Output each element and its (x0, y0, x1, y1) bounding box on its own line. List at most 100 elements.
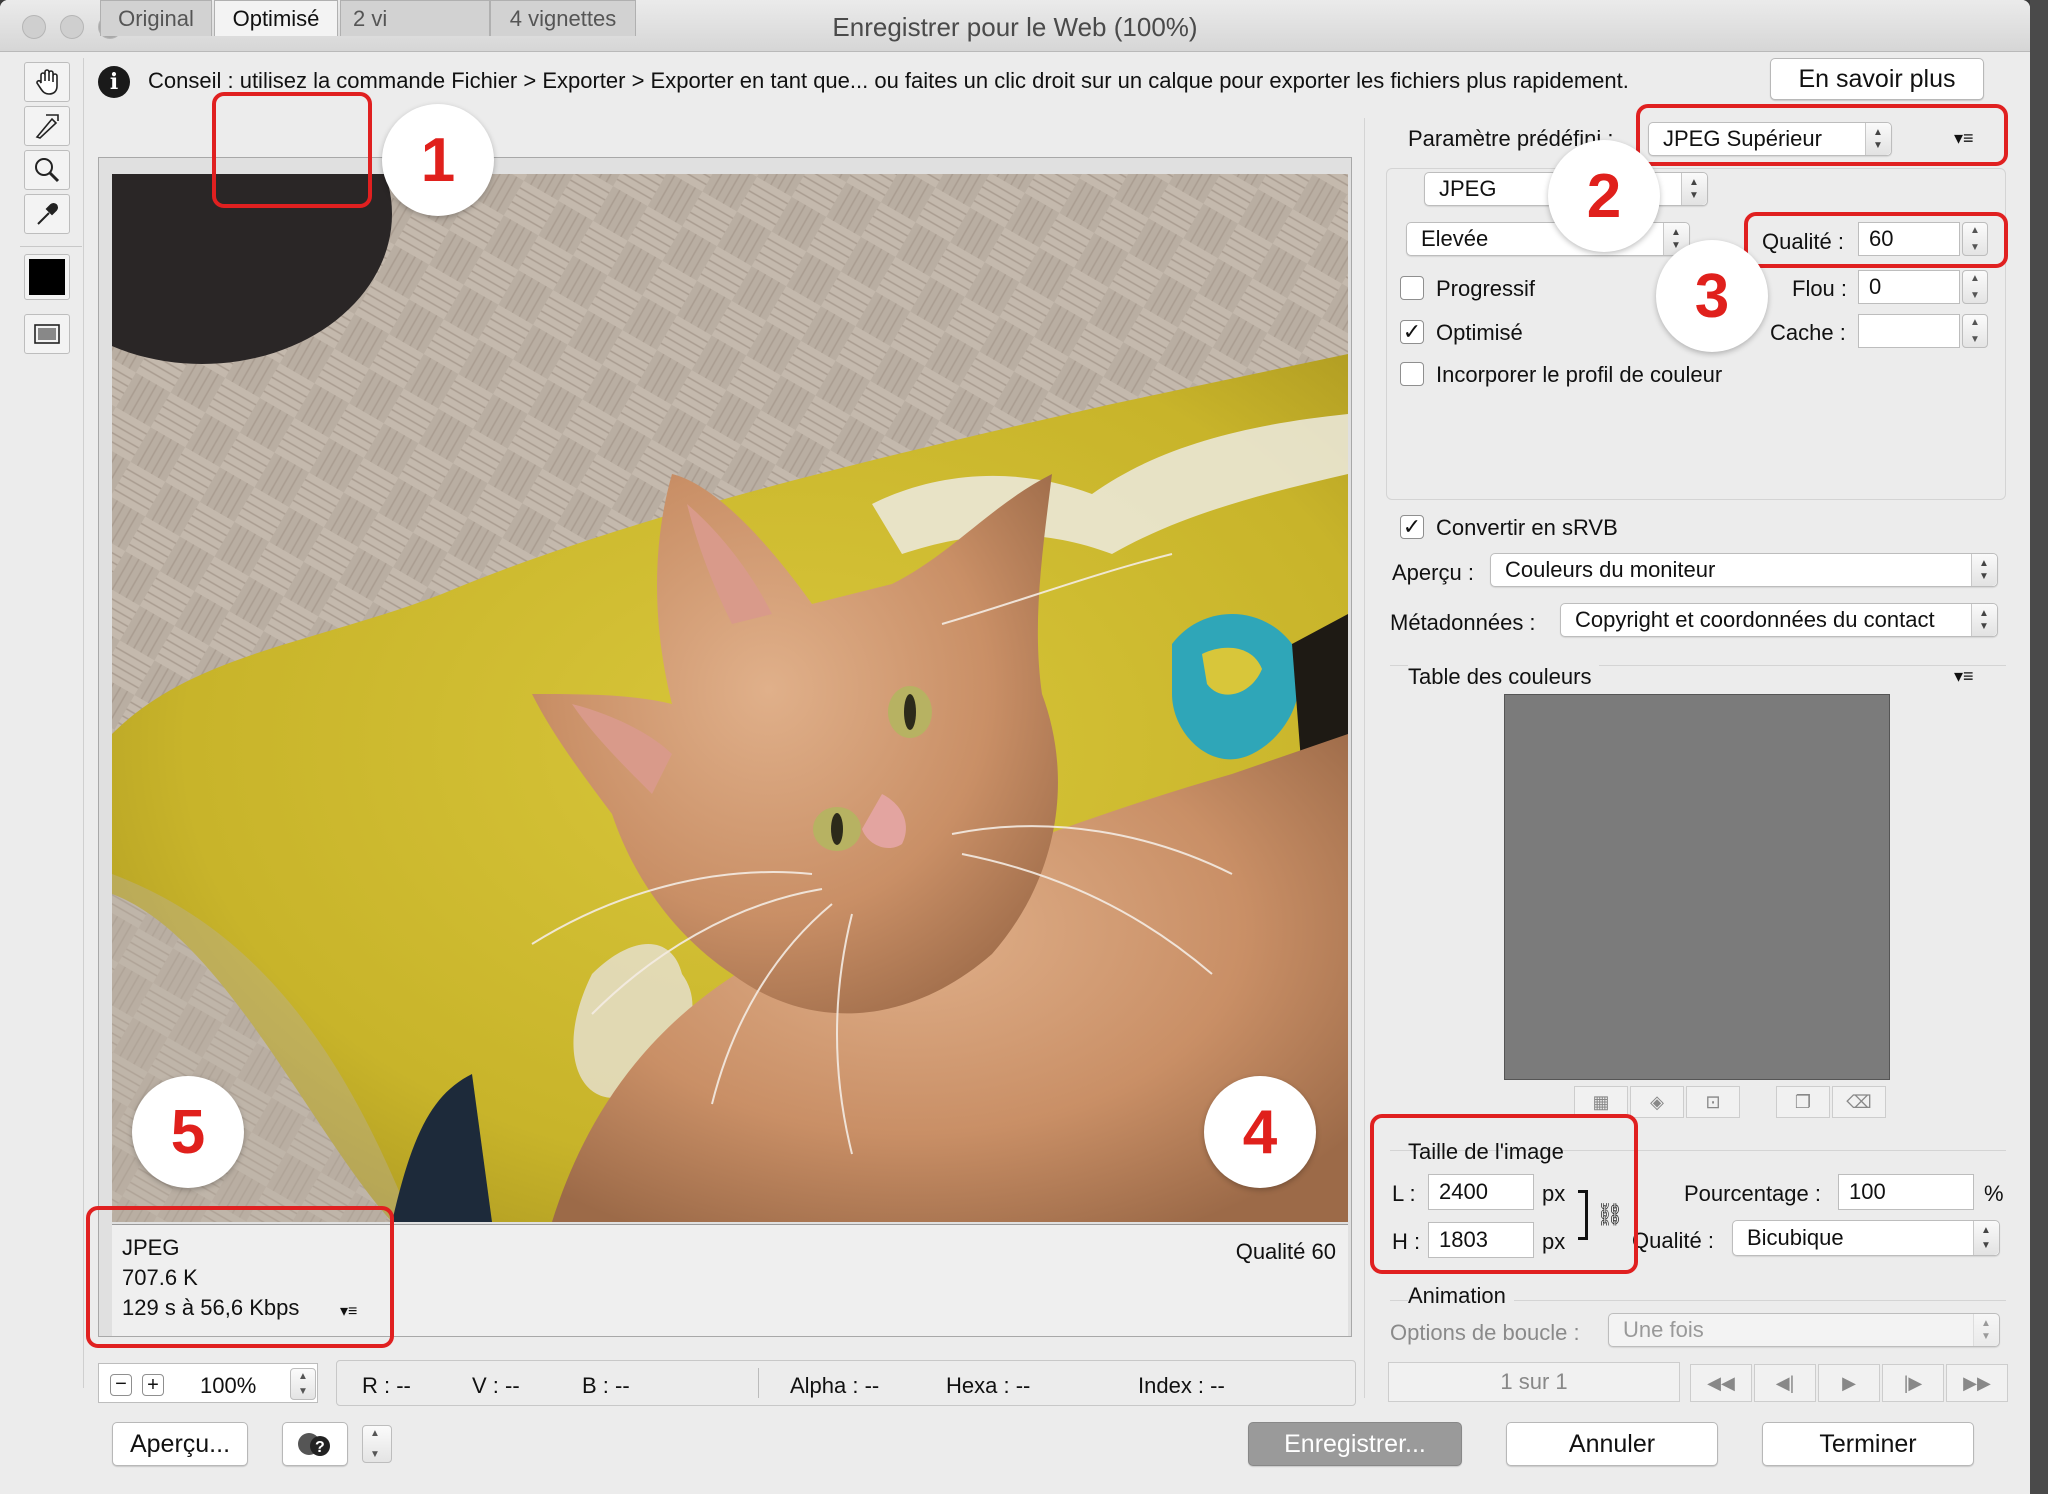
blur-field[interactable]: 0 (1858, 270, 1960, 304)
settings-panel-divider (1364, 118, 1365, 1398)
tool-divider (20, 246, 82, 247)
embed-profile-checkbox[interactable] (1400, 362, 1424, 386)
first-frame-button[interactable]: ◀◀ (1690, 1364, 1752, 1402)
annotation-box-quality (1744, 212, 2008, 268)
pixel-info-divider (758, 1368, 759, 1398)
metadata-value: Copyright et coordonnées du contact (1575, 607, 1935, 632)
hand-icon (36, 69, 58, 95)
pixel-r: R : -- (362, 1373, 411, 1398)
pixel-index: Index : -- (1138, 1373, 1225, 1398)
browser-select-stepper[interactable] (362, 1425, 392, 1463)
learn-more-button[interactable]: En savoir plus (1770, 58, 1984, 100)
tab-2-up-label: 2 vi (353, 5, 388, 31)
eyedropper-tool[interactable] (24, 194, 70, 234)
preview-button-label: Aperçu... (129, 1429, 231, 1458)
optimized-label: Optimisé (1436, 320, 1523, 345)
annotation-box-file-info (86, 1206, 394, 1348)
zoom-stepper[interactable] (290, 1368, 316, 1400)
save-button[interactable]: Enregistrer... (1248, 1422, 1462, 1466)
progressive-label: Progressif (1436, 276, 1536, 301)
color-swatch-black (29, 259, 65, 295)
svg-text:?: ? (315, 1439, 325, 1456)
annotation-badge-4: 4 (1204, 1076, 1316, 1188)
zoom-out-button[interactable]: − (110, 1374, 132, 1396)
percent-value: 100 (1849, 1179, 1886, 1204)
slice-select-tool[interactable] (24, 106, 70, 146)
previous-frame-button[interactable]: ◀| (1754, 1364, 1816, 1402)
annotation-badge-2: 2 (1548, 140, 1660, 252)
resample-quality-label: Qualité : (1632, 1228, 1714, 1253)
annotation-badge-1: 1 (382, 104, 494, 216)
last-frame-button[interactable]: ▶▶ (1946, 1364, 2008, 1402)
loop-options-select[interactable]: Une fois (1608, 1313, 2000, 1347)
matte-stepper[interactable] (1962, 314, 1988, 348)
background-app-edge (2030, 0, 2048, 1494)
cancel-button-label: Annuler (1568, 1429, 1656, 1458)
web-shift-button[interactable]: ◈ (1630, 1086, 1684, 1118)
annotation-badge-3: 3 (1656, 240, 1768, 352)
animation-title: Animation (1408, 1283, 1514, 1309)
tip-text: Conseil : utilisez la commande Fichier >… (148, 68, 1629, 93)
frame-counter-label: 1 sur 1 (1500, 1369, 1568, 1394)
convert-srgb-checkbox[interactable]: ✓ (1400, 515, 1424, 539)
play-button[interactable]: ▶ (1818, 1364, 1880, 1402)
metadata-label: Métadonnées : (1390, 610, 1536, 635)
tab-original-label: Original (118, 5, 194, 31)
optimized-checkbox[interactable]: ✓ (1400, 320, 1424, 344)
tab-4-up-label: 4 vignettes (509, 5, 617, 31)
color-table-menu-icon[interactable]: ▾≡ (1954, 666, 1974, 687)
percent-field[interactable]: 100 (1838, 1174, 1974, 1210)
tab-optimized[interactable]: Optimisé (214, 0, 338, 36)
eyedropper-color-swatch[interactable] (24, 254, 70, 300)
resample-quality-select[interactable]: Bicubique (1732, 1220, 2000, 1256)
annotation-box-image-size (1370, 1114, 1638, 1274)
blur-label: Flou : (1792, 276, 1848, 301)
color-table-title: Table des couleurs (1408, 664, 1600, 690)
tab-2-up[interactable]: 2 vi (340, 0, 490, 36)
toggle-slices-visibility[interactable] (24, 314, 70, 354)
percent-label: Pourcentage : (1684, 1181, 1821, 1206)
lock-color-button[interactable]: ⊡ (1686, 1086, 1740, 1118)
loop-options-label: Options de boucle : (1390, 1320, 1580, 1345)
cat-photo (112, 174, 1348, 1222)
zoom-tool[interactable] (24, 150, 70, 190)
delete-color-button[interactable]: ⌫ (1832, 1086, 1886, 1118)
tab-original[interactable]: Original (100, 0, 212, 36)
hand-tool[interactable] (24, 62, 70, 102)
pixel-v: V : -- (472, 1373, 520, 1398)
info-icon: i (98, 66, 130, 98)
metadata-select[interactable]: Copyright et coordonnées du contact (1560, 603, 1998, 637)
annotation-box-optimized-tab (212, 92, 372, 208)
magnifier-icon (35, 158, 60, 183)
new-color-button[interactable]: ❐ (1776, 1086, 1830, 1118)
done-button[interactable]: Terminer (1762, 1422, 1974, 1466)
eyedropper-icon (37, 202, 59, 225)
preview-colors-value: Couleurs du moniteur (1505, 557, 1716, 582)
browser-question-icon: ? (298, 1433, 330, 1456)
blur-value: 0 (1869, 274, 1882, 299)
matte-field[interactable] (1858, 314, 1960, 348)
matte-label: Cache : (1770, 320, 1846, 345)
cancel-button[interactable]: Annuler (1506, 1422, 1718, 1466)
zoom-level[interactable]: 100% (200, 1373, 256, 1399)
tab-4-up[interactable]: 4 vignettes (490, 0, 636, 36)
next-frame-button[interactable]: |▶ (1882, 1364, 1944, 1402)
embed-profile-label: Incorporer le profil de couleur (1436, 362, 1723, 387)
color-table-swatches[interactable] (1504, 694, 1890, 1080)
preview-colors-select[interactable]: Couleurs du moniteur (1490, 553, 1998, 587)
annotation-badge-5: 5 (132, 1076, 244, 1188)
progressive-checkbox[interactable] (1400, 276, 1424, 300)
browser-select-button[interactable]: ? (282, 1422, 348, 1466)
done-button-label: Terminer (1819, 1429, 1917, 1458)
tab-optimized-label: Optimisé (232, 5, 320, 31)
loop-options-value: Une fois (1623, 1317, 1704, 1342)
format-value: JPEG (1439, 176, 1497, 201)
optimized-image-preview[interactable] (112, 174, 1348, 1222)
slice-select-icon (35, 114, 59, 139)
preview-in-browser-button[interactable]: Aperçu... (112, 1422, 248, 1466)
save-button-label: Enregistrer... (1284, 1429, 1426, 1458)
zoom-in-button[interactable]: + (142, 1374, 164, 1396)
preview-colors-label: Aperçu : (1392, 560, 1474, 585)
pixel-hexa: Hexa : -- (946, 1373, 1031, 1398)
blur-stepper[interactable] (1962, 270, 1988, 304)
